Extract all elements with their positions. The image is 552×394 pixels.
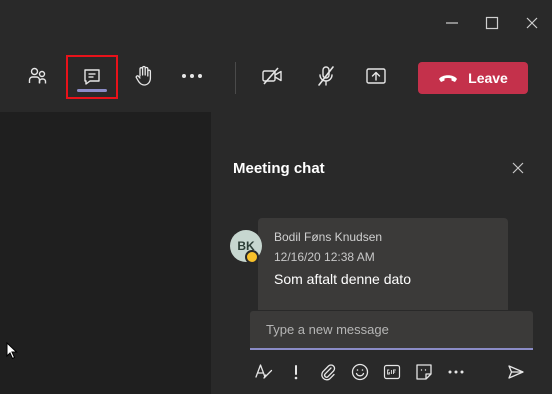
mic-off-icon xyxy=(318,66,334,86)
attach-icon xyxy=(321,364,336,381)
close-icon xyxy=(512,162,524,174)
close-icon xyxy=(526,17,538,29)
more-icon xyxy=(182,74,202,78)
send-button[interactable] xyxy=(504,358,528,386)
mic-toggle-button[interactable] xyxy=(304,53,348,99)
important-icon xyxy=(294,365,298,380)
chat-panel-title: Meeting chat xyxy=(233,160,325,177)
show-conversation-button[interactable] xyxy=(66,55,118,99)
message-input[interactable] xyxy=(250,311,533,348)
sticker-icon xyxy=(416,364,432,380)
format-icon xyxy=(255,364,273,379)
maximize-button[interactable] xyxy=(472,0,512,46)
minimize-button[interactable] xyxy=(432,0,472,46)
people-icon xyxy=(28,67,47,84)
more-options-button[interactable] xyxy=(444,358,468,386)
camera-off-icon xyxy=(262,67,282,85)
chat-icon xyxy=(84,69,100,85)
send-icon xyxy=(508,365,524,379)
close-window-button[interactable] xyxy=(512,0,552,46)
camera-toggle-button[interactable] xyxy=(250,53,294,99)
raise-hand-button[interactable] xyxy=(122,53,166,99)
meeting-toolbar: Leave xyxy=(0,46,552,112)
sticker-button[interactable] xyxy=(412,358,436,386)
meeting-stage xyxy=(0,112,211,394)
toolbar-divider xyxy=(235,62,236,94)
compose-box xyxy=(250,311,533,350)
gif-button[interactable] xyxy=(380,358,404,386)
important-button[interactable] xyxy=(284,358,308,386)
attach-button[interactable] xyxy=(316,358,340,386)
active-indicator xyxy=(77,89,107,92)
emoji-icon xyxy=(351,363,369,381)
leave-label: Leave xyxy=(468,70,508,86)
message-sender: Bodil Føns Knudsen xyxy=(274,230,383,244)
format-button[interactable] xyxy=(252,358,276,386)
emoji-button[interactable] xyxy=(348,358,372,386)
title-bar xyxy=(0,0,552,46)
teams-meeting-window: Leave Meeting chat Bodil Føns Knudsen 12… xyxy=(0,0,552,394)
meeting-chat-panel: Meeting chat Bodil Føns Knudsen 12/16/20… xyxy=(211,112,552,394)
leave-button[interactable]: Leave xyxy=(418,62,528,94)
gif-icon xyxy=(383,364,401,380)
raise-hand-icon xyxy=(135,65,152,86)
show-participants-button[interactable] xyxy=(16,53,60,99)
message-text: Som aftalt denne dato xyxy=(274,271,411,287)
share-screen-icon xyxy=(366,68,386,84)
phone-hangup-icon xyxy=(439,75,458,82)
message-list: Bodil Føns Knudsen 12/16/20 12:38 AM Som… xyxy=(211,202,552,310)
message-timestamp: 12/16/20 12:38 AM xyxy=(274,250,375,264)
more-icon xyxy=(448,370,464,374)
more-actions-button[interactable] xyxy=(170,53,214,99)
minimize-icon xyxy=(446,22,458,24)
message-bubble[interactable]: Bodil Føns Knudsen 12/16/20 12:38 AM Som… xyxy=(258,218,508,310)
maximize-icon xyxy=(485,16,499,30)
mouse-cursor-icon xyxy=(6,342,18,360)
presence-away-badge xyxy=(245,250,259,264)
close-chat-button[interactable] xyxy=(507,157,529,179)
compose-toolbar xyxy=(250,358,533,386)
share-content-button[interactable] xyxy=(354,53,398,99)
